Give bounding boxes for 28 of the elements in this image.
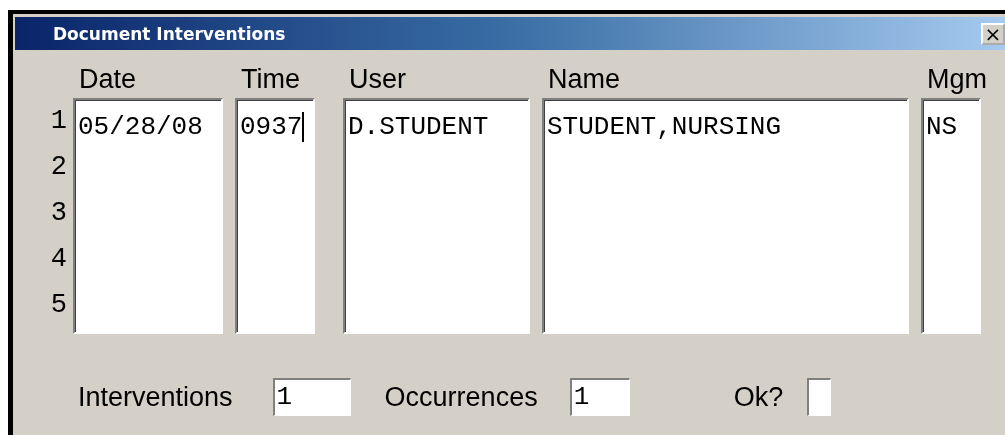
column-header: Mgm — [926, 63, 987, 96]
row-number: 4 — [50, 243, 67, 276]
field-value: 05/28/08 — [78, 111, 203, 144]
row-number: 5 — [50, 289, 67, 322]
field-label: Occurrences — [384, 381, 538, 413]
window-title: Document Interventions — [53, 23, 286, 44]
column-field[interactable]: NS — [921, 98, 981, 334]
input-field[interactable]: 1 — [569, 378, 630, 416]
column-field[interactable]: D.STUDENT — [343, 98, 530, 334]
field-value: D.STUDENT — [348, 111, 489, 144]
field-value: NS — [926, 111, 958, 144]
column-field[interactable]: STUDENT,NURSING — [542, 98, 909, 334]
row-number: 3 — [50, 197, 67, 230]
close-button[interactable]: × — [981, 22, 1005, 45]
input-field[interactable] — [807, 378, 832, 416]
field-label: Interventions — [78, 381, 233, 413]
column-header: Name — [547, 63, 622, 96]
column-header: Time — [240, 63, 301, 96]
input-field[interactable]: 1 — [272, 378, 351, 416]
field-value: STUDENT,NURSING — [547, 111, 782, 144]
column-header: User — [348, 63, 407, 96]
column-header: Date — [78, 63, 138, 96]
row-number: 1 — [50, 105, 67, 138]
field-value: 0937 — [240, 111, 303, 144]
column-field[interactable]: 0937 — [235, 98, 315, 334]
row-number: 2 — [50, 151, 67, 184]
column-field[interactable]: 05/28/08 — [73, 98, 223, 334]
field-label: Ok? — [733, 381, 784, 413]
